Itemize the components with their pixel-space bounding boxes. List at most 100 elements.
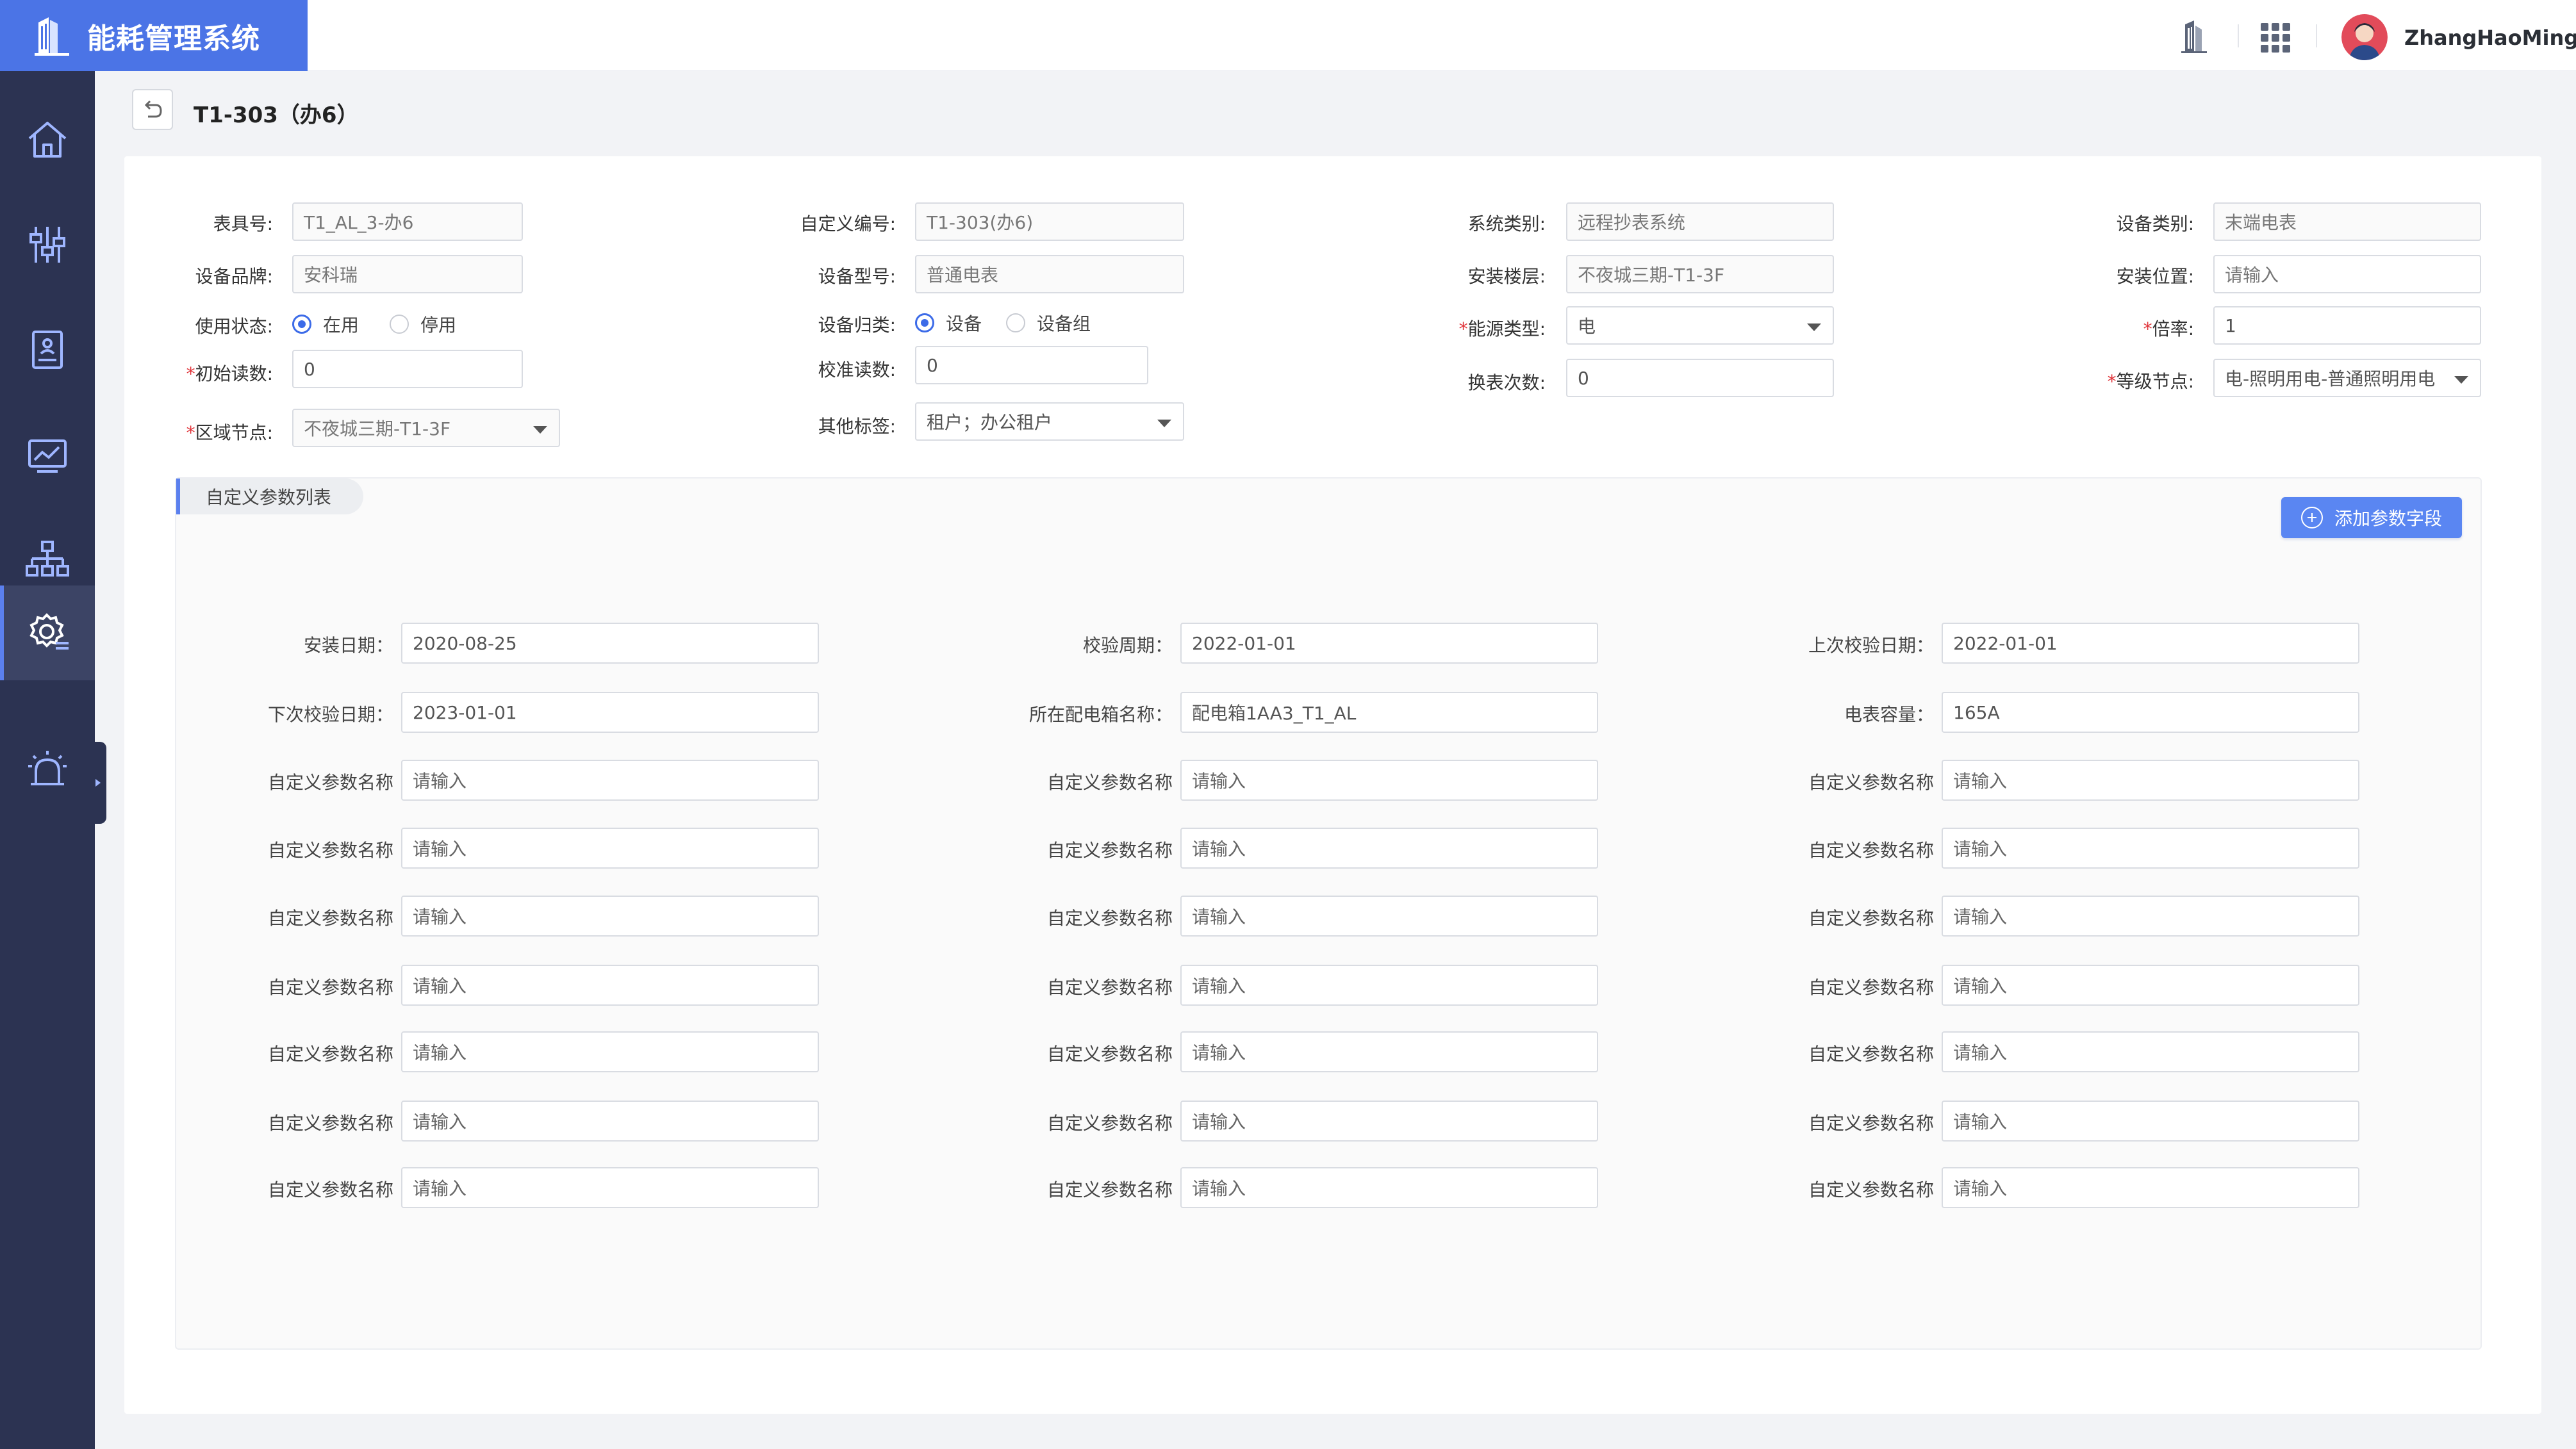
custom-param-value-input[interactable]: 请输入 xyxy=(401,1167,819,1208)
level-node-select[interactable]: 电-照明用电-普通照明用电 xyxy=(2213,359,2481,397)
user-avatar[interactable] xyxy=(2341,14,2388,60)
sliders-icon xyxy=(29,227,65,263)
nav-alarm[interactable] xyxy=(0,723,95,817)
dropdown-caret-icon xyxy=(1157,420,1171,427)
custom-param-value-input[interactable]: 请输入 xyxy=(1942,965,2359,1006)
custom-param-value-input[interactable]: 请输入 xyxy=(401,965,819,1006)
custom-param-name-label: 自定义参数名称 xyxy=(267,772,393,793)
param-value-field[interactable]: 2023-01-01 xyxy=(401,692,819,733)
custom-param-value-input[interactable]: 请输入 xyxy=(1942,828,2359,869)
custom-param-value-input[interactable]: 请输入 xyxy=(1180,760,1598,801)
custom-param-value-input[interactable]: 请输入 xyxy=(1180,965,1598,1006)
custom-param-value-input[interactable]: 请输入 xyxy=(1180,828,1598,869)
replace-count-input[interactable]: 0 xyxy=(1566,359,1834,397)
custom-param-value-input[interactable]: 请输入 xyxy=(1942,1167,2359,1208)
param-value-field[interactable]: 165A xyxy=(1942,692,2359,733)
nav-report[interactable] xyxy=(0,302,95,397)
custom-param-value-input[interactable]: 请输入 xyxy=(401,828,819,869)
ratio-input[interactable]: 1 xyxy=(2213,306,2481,345)
custom-param-name-label: 自定义参数名称 xyxy=(267,977,393,998)
custom-param-name-label: 自定义参数名称 xyxy=(267,1044,393,1065)
home-icon xyxy=(28,122,67,158)
custom-param-name-label: 自定义参数名称 xyxy=(267,908,393,929)
monitor-chart-icon xyxy=(28,439,67,473)
param-label: 上次校验日期： xyxy=(1808,635,1934,656)
custom-no-field[interactable]: T1-303(办6) xyxy=(915,202,1184,241)
nav-home[interactable] xyxy=(0,92,95,187)
system-type-field[interactable]: 远程抄表系统 xyxy=(1566,202,1834,241)
energy-type-value: 电 xyxy=(1578,316,1596,337)
app-grid-icon[interactable] xyxy=(2259,22,2291,54)
param-label: 校验周期： xyxy=(1082,635,1173,656)
param-label: 所在配电箱名称： xyxy=(1028,704,1173,725)
energy-type-select[interactable]: 电 xyxy=(1566,306,1834,345)
radio-label: 停用 xyxy=(420,315,457,336)
building-switch-icon[interactable] xyxy=(2179,19,2209,54)
nav-monitor[interactable] xyxy=(0,407,95,502)
sidebar-collapse-toggle[interactable] xyxy=(90,742,106,824)
system-type-label: 系统类别: xyxy=(1467,213,1546,234)
param-value-field[interactable]: 配电箱1AA3_T1_AL xyxy=(1180,692,1598,733)
custom-param-name-label: 自定义参数名称 xyxy=(1046,908,1173,929)
device-group-group-radio[interactable]: 设备组 xyxy=(1006,310,1091,336)
sidebar xyxy=(0,71,95,1449)
initial-reading-label: *初始读数: xyxy=(186,363,273,384)
ratio-label: *倍率: xyxy=(2143,318,2194,340)
back-button[interactable] xyxy=(132,89,173,130)
custom-param-name-label: 自定义参数名称 xyxy=(1046,840,1173,861)
nav-settings[interactable] xyxy=(0,585,95,680)
radio-unchecked-icon xyxy=(1006,313,1025,332)
username[interactable]: ZhangHaoMing xyxy=(2404,26,2576,50)
app-title: 能耗管理系统 xyxy=(87,22,260,55)
energy-type-label: *能源类型: xyxy=(1458,318,1546,340)
install-floor-label: 安装楼层: xyxy=(1467,266,1546,287)
install-floor-field[interactable]: 不夜城三期-T1-3F xyxy=(1566,255,1834,293)
custom-param-value-input[interactable]: 请输入 xyxy=(1942,1101,2359,1142)
custom-param-name-label: 自定义参数名称 xyxy=(1808,1044,1934,1065)
other-tags-select[interactable]: 租户；办公租户 xyxy=(915,402,1184,441)
custom-param-value-input[interactable]: 请输入 xyxy=(1180,1167,1598,1208)
add-param-field-button[interactable]: 添加参数字段 xyxy=(2281,497,2462,538)
custom-param-value-input[interactable]: 请输入 xyxy=(401,760,819,801)
model-label: 设备型号: xyxy=(818,266,896,287)
page-title: T1-303（办6） xyxy=(194,102,359,128)
custom-param-value-input[interactable]: 请输入 xyxy=(401,1031,819,1072)
custom-param-value-input[interactable]: 请输入 xyxy=(401,1101,819,1142)
custom-param-value-input[interactable]: 请输入 xyxy=(1942,760,2359,801)
param-value-field[interactable]: 2022-01-01 xyxy=(1180,623,1598,664)
custom-param-value-input[interactable]: 请输入 xyxy=(1942,896,2359,937)
param-value-field[interactable]: 2022-01-01 xyxy=(1942,623,2359,664)
param-label: 下次校验日期： xyxy=(267,704,393,725)
custom-param-name-label: 自定义参数名称 xyxy=(1808,840,1934,861)
custom-param-name-label: 自定义参数名称 xyxy=(1046,1113,1173,1134)
model-field[interactable]: 普通电表 xyxy=(915,255,1184,293)
custom-param-value-input[interactable]: 请输入 xyxy=(1180,896,1598,937)
usage-status-label: 使用状态: xyxy=(195,316,273,337)
radio-label: 设备 xyxy=(946,313,982,334)
custom-param-name-label: 自定义参数名称 xyxy=(1808,1113,1934,1134)
install-location-label: 安装位置: xyxy=(2116,266,2194,287)
building-logo-icon xyxy=(35,17,69,56)
initial-reading-input[interactable]: 0 xyxy=(292,350,523,388)
custom-param-value-input[interactable]: 请输入 xyxy=(1180,1031,1598,1072)
area-node-select[interactable]: 不夜城三期-T1-3F xyxy=(292,409,560,447)
nav-control[interactable] xyxy=(0,197,95,292)
custom-param-value-input[interactable]: 请输入 xyxy=(401,896,819,937)
custom-param-value-input[interactable]: 请输入 xyxy=(1942,1031,2359,1072)
undo-icon xyxy=(144,100,162,118)
radio-label: 在用 xyxy=(323,315,359,336)
calib-reading-input[interactable]: 0 xyxy=(915,346,1148,384)
meter-no-field[interactable]: T1_AL_3-办6 xyxy=(292,202,523,241)
custom-param-name-label: 自定义参数名称 xyxy=(1808,1179,1934,1200)
device-category-field[interactable]: 末端电表 xyxy=(2213,202,2481,241)
device-group-device-radio[interactable]: 设备 xyxy=(915,310,982,336)
param-value-field[interactable]: 2020-08-25 xyxy=(401,623,819,664)
usage-status-disabled-radio[interactable]: 停用 xyxy=(390,311,456,337)
custom-param-name-label: 自定义参数名称 xyxy=(267,1179,393,1200)
radio-checked-icon xyxy=(292,315,311,334)
brand-field[interactable]: 安科瑞 xyxy=(292,255,523,293)
usage-status-in-use-radio[interactable]: 在用 xyxy=(292,311,359,337)
install-location-input[interactable]: 请输入 xyxy=(2213,255,2481,293)
custom-param-value-input[interactable]: 请输入 xyxy=(1180,1101,1598,1142)
dropdown-caret-icon xyxy=(1807,323,1821,331)
